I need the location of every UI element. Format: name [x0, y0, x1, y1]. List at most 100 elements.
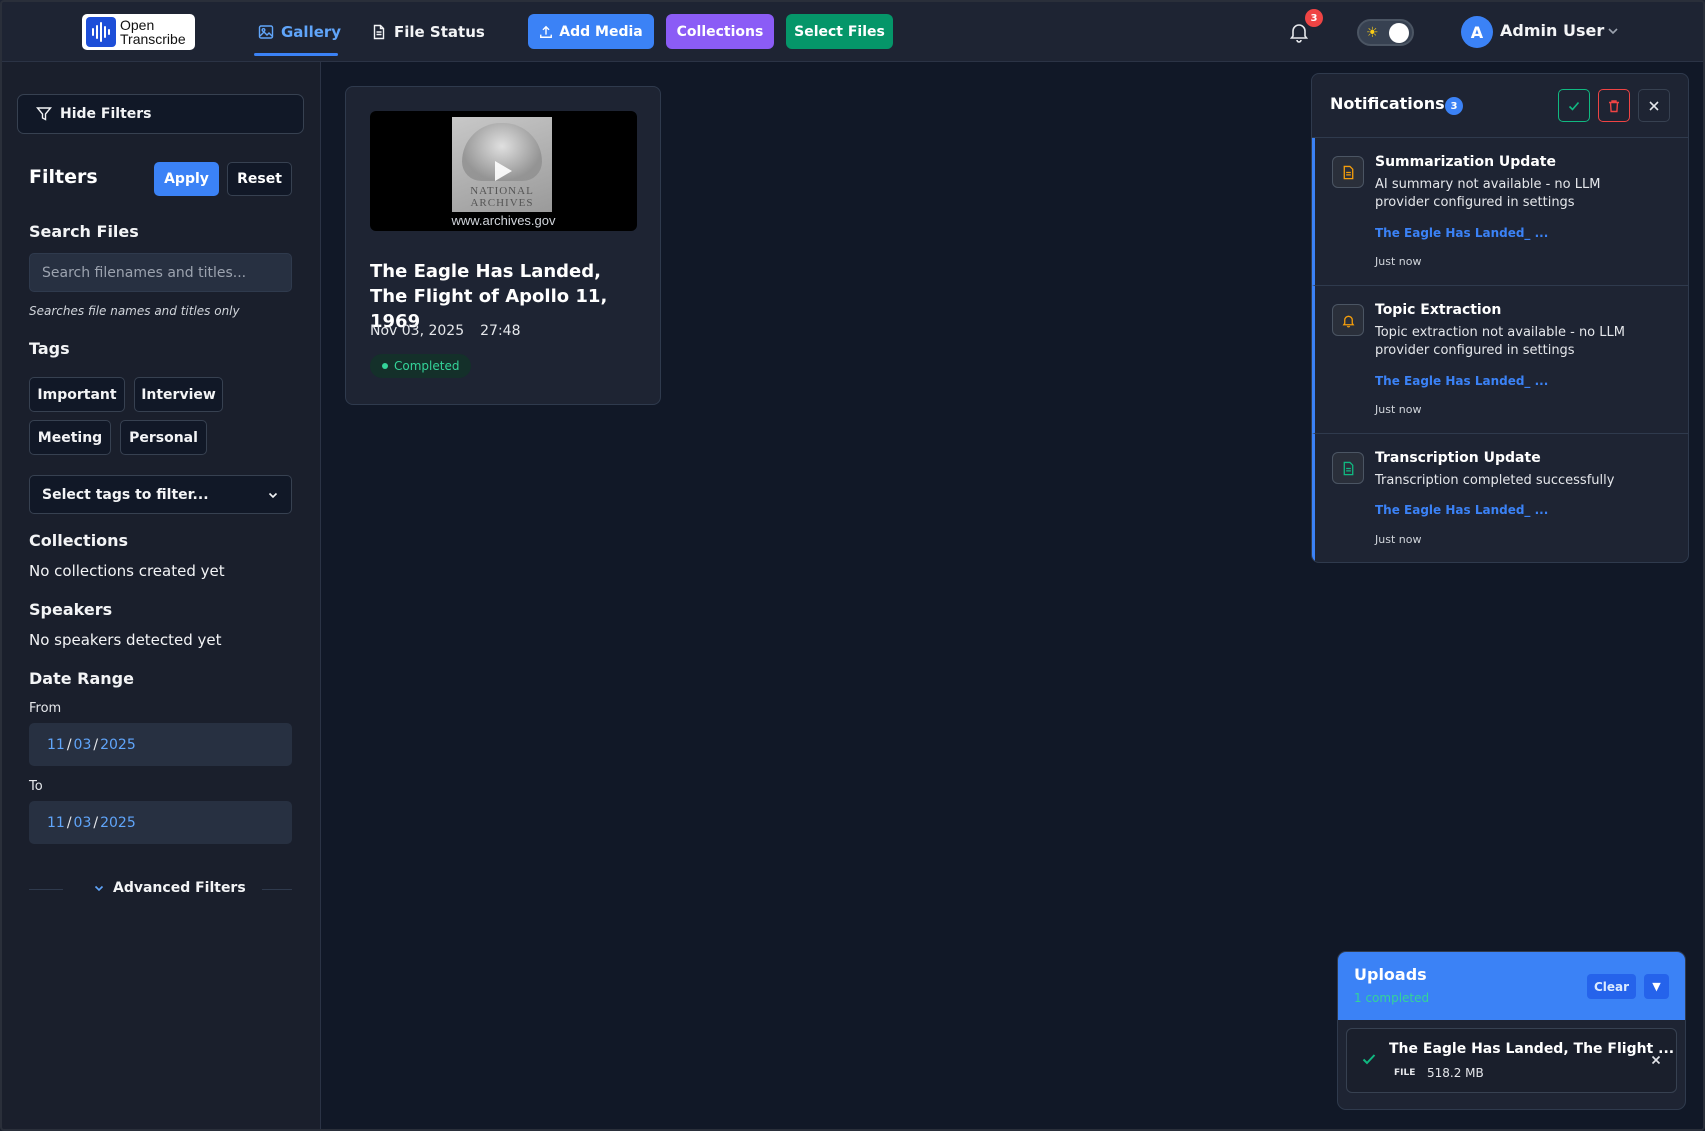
tab-file-status-label: File Status [394, 23, 485, 41]
collections-button[interactable]: Collections [666, 14, 774, 49]
tag-interview[interactable]: Interview [134, 377, 223, 412]
tag-personal[interactable]: Personal [120, 420, 207, 455]
select-files-button[interactable]: Select Files [786, 14, 893, 49]
check-icon [1568, 101, 1580, 111]
divider [29, 889, 63, 890]
notification-badge: 3 [1305, 9, 1323, 27]
upload-file-name: The Eagle Has Landed, The Flight ... [1389, 1041, 1675, 1057]
tag-important[interactable]: Important [29, 377, 125, 412]
notifications-panel: Notifications 3 Summarization Update AI … [1311, 73, 1689, 563]
advanced-filters-label: Advanced Filters [113, 880, 246, 896]
divider [262, 889, 292, 890]
notifications-count-badge: 3 [1445, 97, 1463, 115]
media-meta: Nov 03, 2025 27:48 [370, 323, 520, 339]
chevron-down-icon[interactable] [1606, 24, 1620, 38]
toggle-knob [1389, 23, 1409, 43]
add-media-label: Add Media [559, 23, 643, 40]
date-from-label: From [29, 701, 62, 716]
date-to-year: 2025 [100, 814, 136, 831]
delete-all-button[interactable] [1598, 89, 1630, 122]
close-icon[interactable] [1649, 1053, 1663, 1067]
notification-time: Just now [1375, 533, 1422, 546]
apply-button[interactable]: Apply [154, 162, 219, 196]
notification-link[interactable]: The Eagle Has Landed_ ... [1375, 226, 1548, 240]
upload-item: The Eagle Has Landed, The Flight ... FIL… [1346, 1028, 1677, 1093]
play-icon[interactable] [495, 161, 512, 181]
trash-icon [1609, 99, 1619, 112]
tag-meeting[interactable]: Meeting [29, 420, 111, 455]
bell-icon [1332, 304, 1364, 336]
video-thumbnail[interactable]: NATIONAL ARCHIVES www.archives.gov [370, 111, 637, 231]
search-input[interactable]: Search filenames and titles... [29, 253, 292, 292]
date-from-year: 2025 [100, 736, 136, 753]
thumbnail-url: www.archives.gov [451, 213, 556, 228]
collections-empty: No collections created yet [29, 562, 225, 580]
tags-heading: Tags [29, 339, 70, 358]
hide-filters-button[interactable]: Hide Filters [17, 94, 304, 134]
theme-toggle[interactable]: ☀ [1357, 19, 1414, 46]
clear-uploads-button[interactable]: Clear [1587, 974, 1636, 999]
notification-time: Just now [1375, 403, 1422, 416]
image-icon [258, 25, 274, 39]
uploads-header: Uploads 1 completed Clear ▼ [1338, 952, 1685, 1020]
filters-heading: Filters [29, 166, 98, 188]
uploads-panel: Uploads 1 completed Clear ▼ The Eagle Ha… [1337, 951, 1686, 1110]
user-name[interactable]: Admin User [1500, 21, 1604, 40]
notification-item[interactable]: Transcription Update Transcription compl… [1312, 434, 1688, 562]
media-date: Nov 03, 2025 [370, 323, 465, 339]
chevron-down-icon [268, 492, 278, 499]
tab-gallery[interactable]: Gallery [258, 20, 341, 44]
date-to-input[interactable]: 11/03/2025 [29, 801, 292, 844]
hide-filters-label: Hide Filters [60, 106, 152, 122]
collections-heading: Collections [29, 531, 129, 550]
add-media-button[interactable]: Add Media [528, 14, 654, 49]
media-card[interactable]: NATIONAL ARCHIVES www.archives.gov The E… [345, 86, 661, 405]
logo-text: Open Transcribe [120, 17, 186, 47]
document-icon [1332, 452, 1364, 484]
file-icon [373, 24, 385, 40]
speakers-empty: No speakers detected yet [29, 631, 222, 649]
upload-icon [540, 25, 553, 38]
avatar[interactable]: A [1461, 16, 1493, 48]
search-hint: Searches file names and titles only [29, 304, 240, 318]
document-icon [1332, 156, 1364, 188]
speakers-heading: Speakers [29, 600, 113, 619]
filter-icon [36, 107, 52, 121]
sun-icon: ☀ [1366, 25, 1379, 41]
close-icon [1649, 100, 1659, 111]
date-from-input[interactable]: 11/03/2025 [29, 723, 292, 766]
check-icon [1362, 1054, 1376, 1065]
upload-file-size: 518.2 MB [1427, 1066, 1484, 1080]
tab-gallery-label: Gallery [281, 23, 342, 41]
mark-all-read-button[interactable] [1558, 89, 1590, 122]
date-to-label: To [29, 779, 43, 794]
notification-time: Just now [1375, 255, 1422, 268]
top-navigation-bar: Open Transcribe Gallery File Status Add … [0, 0, 1705, 62]
notification-item[interactable]: Summarization Update AI summary not avai… [1312, 138, 1688, 286]
notification-title: Transcription Update [1375, 450, 1541, 466]
uploads-title: Uploads [1354, 965, 1427, 984]
thumbnail-caption: NATIONAL ARCHIVES [470, 185, 534, 209]
status-badge: Completed [370, 354, 472, 378]
uploads-subtitle: 1 completed [1354, 991, 1430, 1005]
advanced-filters-toggle[interactable]: Advanced Filters [93, 880, 246, 896]
active-tab-indicator [254, 53, 338, 56]
tab-file-status[interactable]: File Status [371, 20, 485, 44]
collapse-uploads-button[interactable]: ▼ [1644, 974, 1669, 999]
search-files-heading: Search Files [29, 222, 139, 241]
status-label: Completed [394, 359, 460, 373]
app-logo[interactable]: Open Transcribe [82, 14, 195, 50]
tag-select-placeholder: Select tags to filter... [42, 486, 209, 503]
notifications-header: Notifications 3 [1312, 74, 1688, 138]
media-duration: 27:48 [480, 323, 521, 339]
close-notifications-button[interactable] [1638, 89, 1670, 122]
waveform-icon [86, 17, 116, 47]
notification-title: Summarization Update [1375, 154, 1556, 170]
notification-link[interactable]: The Eagle Has Landed_ ... [1375, 374, 1548, 388]
notification-body: Transcription completed successfully [1375, 473, 1615, 488]
tag-select-dropdown[interactable]: Select tags to filter... [29, 475, 292, 514]
notification-item[interactable]: Topic Extraction Topic extraction not av… [1312, 286, 1688, 434]
notification-title: Topic Extraction [1375, 302, 1502, 318]
reset-button[interactable]: Reset [227, 162, 292, 196]
notification-link[interactable]: The Eagle Has Landed_ ... [1375, 503, 1548, 517]
